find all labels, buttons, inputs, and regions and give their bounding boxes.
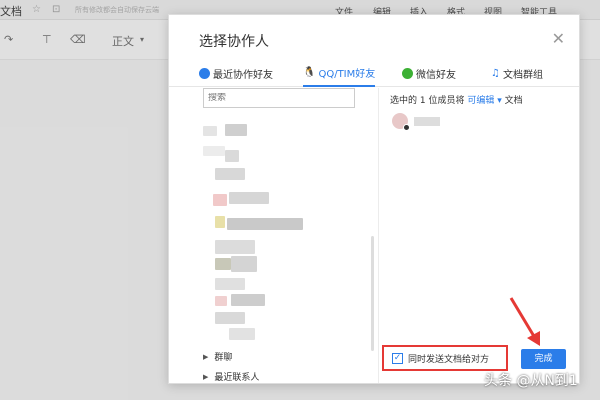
red-arrow-annotation xyxy=(509,297,540,346)
screenshot: 文档 ☆ ⊡ 所有修改都会自动保存云端 文件 编辑 插入 格式 视图 智能工具 … xyxy=(0,0,600,400)
arrow-shaft xyxy=(509,297,537,339)
watermark: 头条 @从N到1 xyxy=(484,373,578,389)
